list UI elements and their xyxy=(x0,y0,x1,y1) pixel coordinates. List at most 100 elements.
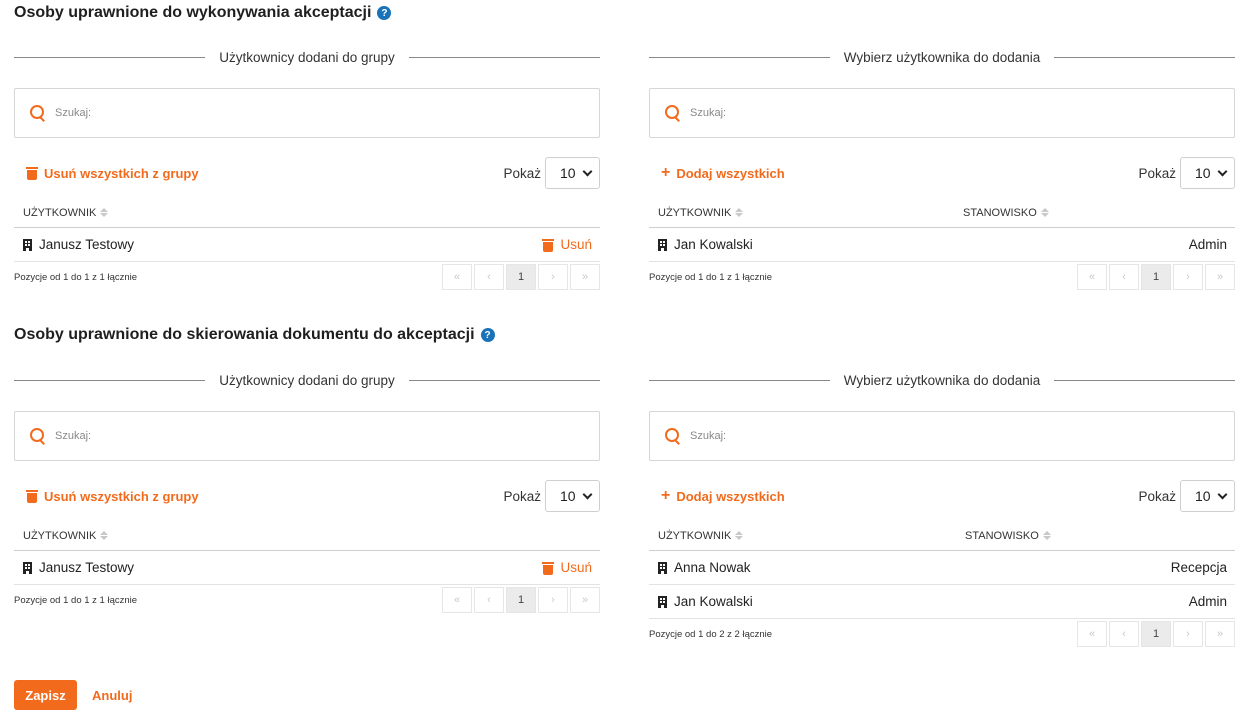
page-size-select[interactable]: 10 xyxy=(1180,157,1235,189)
column-user[interactable]: UŻYTKOWNIK xyxy=(23,530,109,542)
page-size-select[interactable]: 10 xyxy=(545,480,600,512)
remove-user-label: Usuń xyxy=(560,237,592,252)
user-cell: Janusz Testowy xyxy=(23,237,134,252)
last-page-button[interactable]: » xyxy=(1205,264,1235,290)
user-name: Janusz Testowy xyxy=(39,560,135,575)
first-page-button[interactable]: « xyxy=(442,587,472,613)
search-icon xyxy=(664,104,682,122)
first-page-button[interactable]: « xyxy=(442,264,472,290)
user-cell: Anna Nowak xyxy=(658,560,751,575)
sort-icon xyxy=(1042,531,1051,540)
user-cell: Jan Kowalski xyxy=(658,237,753,252)
building-icon xyxy=(23,238,32,251)
column-user[interactable]: UŻYTKOWNIK xyxy=(23,206,109,219)
first-page-button[interactable]: « xyxy=(1077,264,1107,290)
next-page-button[interactable]: › xyxy=(538,264,568,290)
section-title-acceptance: Osoby uprawnione do wykonywania akceptac… xyxy=(14,4,392,22)
section-title-forwarding: Osoby uprawnione do skierowania dokument… xyxy=(14,326,495,344)
prev-page-button[interactable]: ‹ xyxy=(474,587,504,613)
pagination: « ‹ 1 › » xyxy=(1077,264,1235,290)
last-page-button[interactable]: » xyxy=(570,587,600,613)
prev-page-button[interactable]: ‹ xyxy=(1109,264,1139,290)
remove-user-button[interactable]: Usuń xyxy=(542,560,592,575)
prev-page-button[interactable]: ‹ xyxy=(1109,621,1139,647)
next-page-button[interactable]: › xyxy=(538,587,568,613)
search-box[interactable] xyxy=(14,411,600,461)
panel-heading: Wybierz użytkownika do dodania xyxy=(649,370,1235,390)
table-header: UŻYTKOWNIK STANOWISKO xyxy=(649,198,1235,228)
remove-user-button[interactable]: Usuń xyxy=(542,237,592,252)
panel-heading-text: Wybierz użytkownika do dodania xyxy=(843,49,1041,65)
building-icon xyxy=(23,561,32,574)
table-row: Janusz Testowy Usuń xyxy=(14,228,600,262)
page-number-button[interactable]: 1 xyxy=(1141,264,1171,290)
table-footer: Pozycje od 1 do 1 z 1 łącznie « ‹ 1 › » xyxy=(14,586,600,614)
page-size-control: Pokaż 10 xyxy=(1138,480,1235,512)
next-page-button[interactable]: › xyxy=(1173,264,1203,290)
page-size-control: Pokaż 10 xyxy=(503,480,600,512)
toolbar: Usuń wszystkich z grupy Pokaż 10 xyxy=(14,157,600,189)
table-header: UŻYTKOWNIK xyxy=(14,521,600,551)
panel-group-users: Użytkownicy dodani do grupy Usuń wszystk… xyxy=(14,370,600,614)
panel-heading-text: Użytkownicy dodani do grupy xyxy=(219,372,395,388)
pagination-info: Pozycje od 1 do 1 z 1 łącznie xyxy=(649,271,773,283)
search-input[interactable] xyxy=(55,430,455,442)
page-number-button[interactable]: 1 xyxy=(1141,621,1171,647)
sort-icon xyxy=(1040,208,1049,217)
page-size-label: Pokaż xyxy=(503,165,541,181)
add-all-label: Dodaj wszystkich xyxy=(676,165,785,181)
search-box[interactable] xyxy=(649,411,1235,461)
search-box[interactable] xyxy=(14,88,600,138)
section-title-text: Osoby uprawnione do wykonywania akceptac… xyxy=(14,4,372,21)
add-all-label: Dodaj wszystkich xyxy=(676,488,785,504)
page-size-value: 10 xyxy=(1195,165,1211,181)
table-row[interactable]: Anna Nowak Recepcja xyxy=(649,551,1235,585)
column-position[interactable]: STANOWISKO xyxy=(965,530,1051,542)
add-all-button[interactable]: + Dodaj wszystkich xyxy=(649,488,785,504)
user-name: Jan Kowalski xyxy=(674,594,753,609)
page-size-select[interactable]: 10 xyxy=(1180,480,1235,512)
add-all-button[interactable]: + Dodaj wszystkich xyxy=(649,165,785,181)
sort-icon xyxy=(100,208,109,217)
remove-all-label: Usuń wszystkich z grupy xyxy=(44,165,199,181)
last-page-button[interactable]: » xyxy=(1205,621,1235,647)
panel-heading: Użytkownicy dodani do grupy xyxy=(14,370,600,390)
save-button[interactable]: Zapisz xyxy=(14,680,77,710)
help-icon[interactable]: ? xyxy=(377,6,392,20)
sort-icon xyxy=(735,208,744,217)
search-input[interactable] xyxy=(55,107,455,119)
column-position[interactable]: STANOWISKO xyxy=(963,207,1049,219)
next-page-button[interactable]: › xyxy=(1173,621,1203,647)
cancel-button[interactable]: Anuluj xyxy=(92,680,132,710)
search-box[interactable] xyxy=(649,88,1235,138)
prev-page-button[interactable]: ‹ xyxy=(474,264,504,290)
first-page-button[interactable]: « xyxy=(1077,621,1107,647)
pagination-info: Pozycje od 1 do 2 z 2 łącznie xyxy=(649,628,773,640)
building-icon xyxy=(658,561,667,574)
page-number-button[interactable]: 1 xyxy=(506,264,536,290)
column-user[interactable]: UŻYTKOWNIK xyxy=(658,530,744,542)
panel-heading: Wybierz użytkownika do dodania xyxy=(649,47,1235,67)
column-user[interactable]: UŻYTKOWNIK xyxy=(658,207,744,219)
user-cell: Janusz Testowy xyxy=(23,560,134,575)
remove-all-button[interactable]: Usuń wszystkich z grupy xyxy=(14,489,199,504)
search-input[interactable] xyxy=(690,430,1090,442)
search-icon xyxy=(29,427,47,445)
remove-all-button[interactable]: Usuń wszystkich z grupy xyxy=(14,166,199,181)
building-icon xyxy=(658,238,667,251)
user-position: Admin xyxy=(1188,594,1227,609)
table-row[interactable]: Jan Kowalski Admin xyxy=(649,585,1235,619)
search-icon xyxy=(664,427,682,445)
help-icon[interactable]: ? xyxy=(480,328,495,342)
column-position-label: STANOWISKO xyxy=(965,529,1039,542)
user-cell: Jan Kowalski xyxy=(658,594,753,609)
table-footer: Pozycje od 1 do 1 z 1 łącznie « ‹ 1 › » xyxy=(649,263,1235,291)
page-size-select[interactable]: 10 xyxy=(545,157,600,189)
chevron-down-icon xyxy=(1217,489,1228,499)
page-number-button[interactable]: 1 xyxy=(506,587,536,613)
remove-all-label: Usuń wszystkich z grupy xyxy=(44,488,199,504)
table-row[interactable]: Jan Kowalski Admin xyxy=(649,228,1235,262)
search-input[interactable] xyxy=(690,107,1090,119)
column-user-label: UŻYTKOWNIK xyxy=(23,206,97,219)
last-page-button[interactable]: » xyxy=(570,264,600,290)
